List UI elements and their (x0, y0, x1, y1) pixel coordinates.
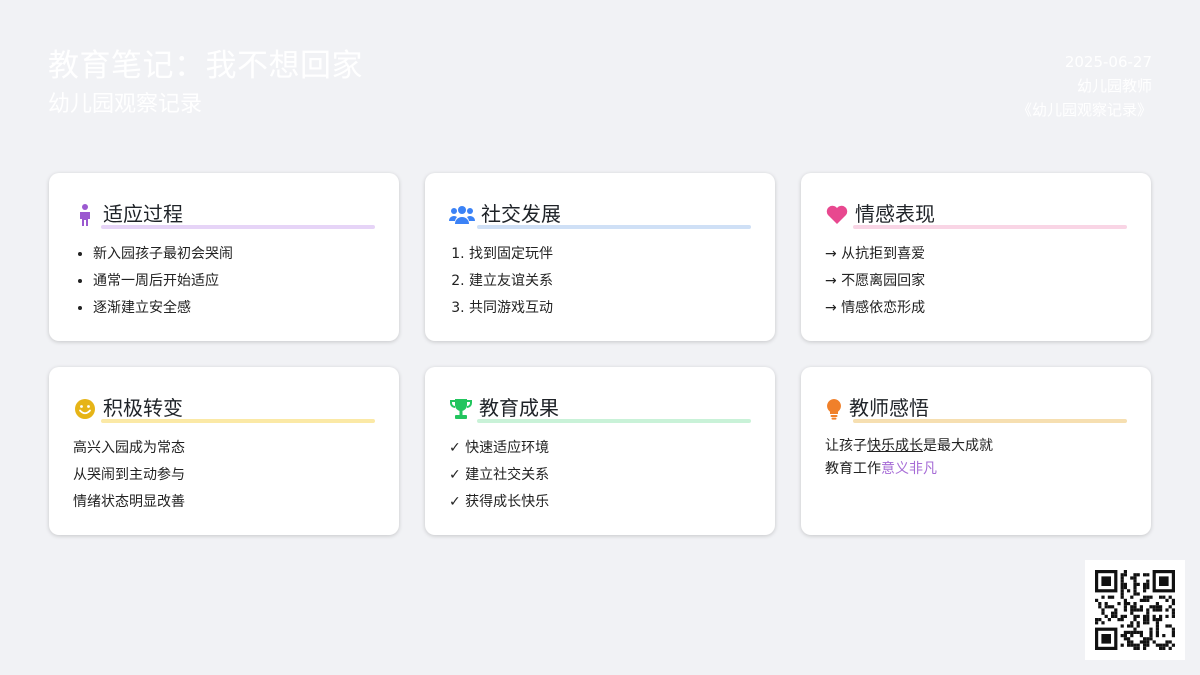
list-item: ✓ 快速适应环境 (449, 440, 550, 456)
source-text: 《幼儿园观察记录》 (1016, 101, 1152, 119)
reflection-line: 教育工作意义非凡 (825, 458, 1127, 481)
list-item: 逐渐建立安全感 (93, 295, 375, 322)
highlight-text: 快乐成长 (867, 438, 923, 454)
list-item: 情绪状态明显改善 (73, 494, 185, 510)
card-emotion: 情感表现 → 从抗拒到喜爱 → 不愿离园回家 → 情感依恋形成 (801, 173, 1151, 341)
list-item: 建立友谊关系 (469, 268, 751, 295)
card-header: 适应过程 (73, 197, 375, 229)
lightbulb-icon (825, 397, 843, 421)
card-header: 积极转变 (73, 391, 375, 423)
text-segment: 是最大成就 (923, 438, 993, 454)
card-title: 情感表现 (855, 202, 935, 226)
reflection-line: 让孩子快乐成长是最大成就 (825, 435, 1127, 458)
card-header: 教育成果 (449, 391, 751, 423)
card-header: 社交发展 (449, 197, 751, 229)
title-underline (853, 419, 1127, 423)
card-title: 教师感悟 (849, 396, 929, 420)
child-icon (73, 203, 97, 227)
title-underline (477, 419, 751, 423)
card-title: 教育成果 (479, 396, 559, 420)
card-title: 积极转变 (103, 396, 183, 420)
title-underline (101, 225, 375, 229)
item-list: 新入园孩子最初会哭闹 通常一周后开始适应 逐渐建立安全感 (73, 241, 375, 322)
list-item: → 不愿离园回家 (825, 273, 926, 289)
list-item: ✓ 建立社交关系 (449, 467, 550, 483)
list-item: → 情感依恋形成 (825, 300, 926, 316)
list-item: ✓ 获得成长快乐 (449, 494, 550, 510)
qr-code (1085, 560, 1185, 660)
title-underline (853, 225, 1127, 229)
card-outcomes: 教育成果 ✓ 快速适应环境 ✓ 建立社交关系 ✓ 获得成长快乐 (425, 367, 775, 535)
card-title: 适应过程 (103, 202, 183, 226)
list-item: 高兴入园成为常态 (73, 440, 185, 456)
card-header: 教师感悟 (825, 391, 1127, 423)
page-title: 教育笔记：我不想回家 (48, 48, 363, 84)
list-item: → 从抗拒到喜爱 (825, 246, 926, 262)
card-positive-change: 积极转变 高兴入园成为常态 从哭闹到主动参与 情绪状态明显改善 (49, 367, 399, 535)
users-icon (449, 203, 475, 227)
page-subtitle: 幼儿园观察记录 (48, 92, 203, 117)
title-underline (477, 225, 751, 229)
title-underline (101, 419, 375, 423)
text-segment: 让孩子 (825, 438, 867, 454)
date-text: 2025-06-27 (1064, 53, 1152, 71)
card-adaptation: 适应过程 新入园孩子最初会哭闹 通常一周后开始适应 逐渐建立安全感 (49, 173, 399, 341)
list-item: 共同游戏互动 (469, 295, 751, 322)
card-social: 社交发展 找到固定玩伴 建立友谊关系 共同游戏互动 (425, 173, 775, 341)
list-item: 找到固定玩伴 (469, 241, 751, 268)
card-title: 社交发展 (481, 202, 561, 226)
smile-icon (73, 397, 97, 421)
header-meta: 2025-06-27 幼儿园教师 《幼儿园观察记录》 (1017, 50, 1152, 122)
list-item: 通常一周后开始适应 (93, 268, 375, 295)
list-item: 新入园孩子最初会哭闹 (93, 241, 375, 268)
header: 教育笔记：我不想回家 幼儿园观察记录 (48, 46, 363, 120)
list-item: 从哭闹到主动参与 (73, 467, 185, 483)
card-header: 情感表现 (825, 197, 1127, 229)
card-teacher-reflection: 教师感悟 让孩子快乐成长是最大成就 教育工作意义非凡 (801, 367, 1151, 535)
text-segment: 教育工作 (825, 461, 881, 477)
trophy-icon (449, 397, 473, 421)
author-text: 幼儿园教师 (1076, 77, 1152, 95)
heart-icon (825, 203, 849, 227)
item-list: 找到固定玩伴 建立友谊关系 共同游戏互动 (449, 241, 751, 322)
highlight-text: 意义非凡 (881, 461, 937, 477)
